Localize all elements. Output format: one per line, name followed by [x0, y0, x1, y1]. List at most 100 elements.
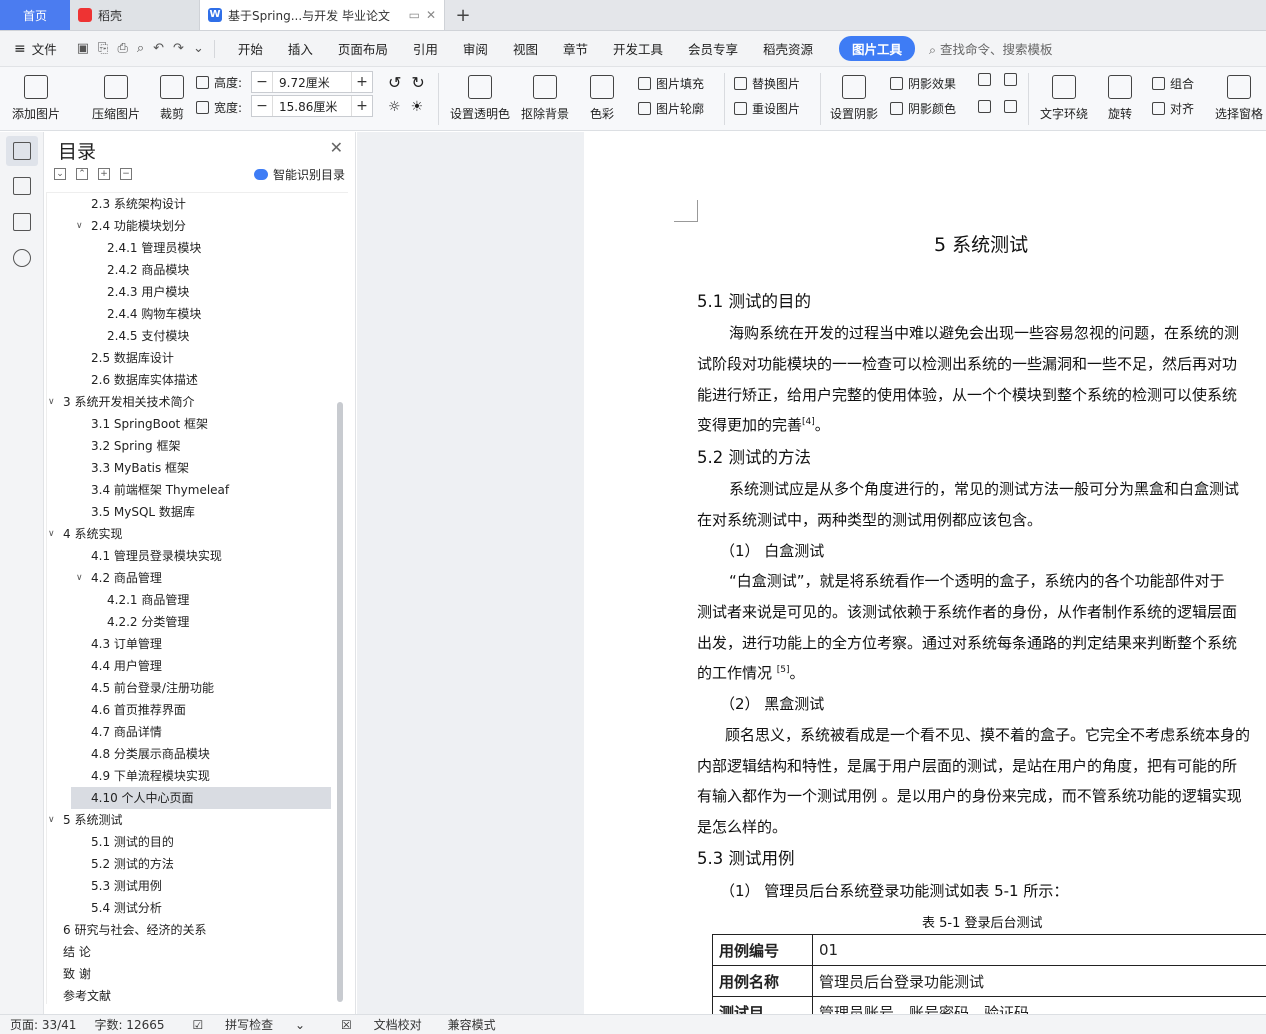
toc-item[interactable]: 致 谢	[47, 963, 348, 985]
toc-item[interactable]: 4.2.1 商品管理	[47, 589, 348, 611]
menu-chapter[interactable]: 章节	[550, 39, 600, 58]
toc-expand-chevron-icon[interactable]: ∨	[48, 809, 55, 831]
toc-item[interactable]: 2.5 数据库设计	[47, 347, 348, 369]
toc-expand-chevron-icon[interactable]: ∨	[76, 567, 83, 589]
text-wrap-button[interactable]: 文字环绕	[1040, 75, 1088, 122]
toc-close-icon[interactable]: ✕	[330, 138, 343, 157]
toc-expand-chevron-icon[interactable]: ∨	[48, 523, 55, 545]
toc-item[interactable]: 6 研究与社会、经济的关系	[47, 919, 348, 941]
save-icon[interactable]: ▣	[77, 41, 89, 56]
rotate-left-icon[interactable]: ↺	[388, 73, 401, 92]
picture-outline-button[interactable]: 图片轮廓	[638, 100, 704, 117]
toc-item[interactable]: 4.8 分类展示商品模块	[47, 743, 348, 765]
menu-member[interactable]: 会员专享	[675, 39, 750, 58]
word-count[interactable]: 字数: 12665	[94, 1016, 164, 1033]
toc-item[interactable]: 4.3 订单管理	[47, 633, 348, 655]
menu-insert[interactable]: 插入	[275, 39, 325, 58]
redo-icon[interactable]: ↷	[173, 41, 184, 56]
shadow-nudge-left-icon[interactable]	[978, 100, 991, 113]
align-button[interactable]: 对齐	[1152, 100, 1194, 117]
toc-item[interactable]: 4.7 商品详情	[47, 721, 348, 743]
reset-image-button[interactable]: 重设图片	[734, 100, 800, 117]
document-page[interactable]: 5 系统测试 5.1 测试的目的 海购系统在开发的过程当中难以避免会出现一些容易…	[584, 132, 1266, 1014]
toc-expand-all-icon[interactable]: ⌃	[76, 168, 88, 180]
toc-item[interactable]: 2.4.1 管理员模块	[47, 237, 348, 259]
toc-item[interactable]: 2.4.3 用户模块	[47, 281, 348, 303]
toc-item[interactable]: 4.6 首页推荐界面	[47, 699, 348, 721]
search-nav-icon[interactable]	[13, 249, 31, 267]
toc-item[interactable]: 4.10 个人中心页面	[71, 787, 331, 809]
picture-fill-button[interactable]: 图片填充	[638, 75, 704, 92]
group-button[interactable]: 组合	[1152, 75, 1194, 92]
toc-scrollbar[interactable]	[337, 402, 343, 1002]
print-icon[interactable]: ⎙	[117, 41, 127, 56]
toc-item[interactable]: 5.2 测试的方法	[47, 853, 348, 875]
toc-item[interactable]: 4.5 前台登录/注册功能	[47, 677, 348, 699]
toc-item[interactable]: 2.4.4 购物车模块	[47, 303, 348, 325]
rotate-right-icon[interactable]: ↻	[411, 73, 424, 92]
toc-item[interactable]: ∨ 5 系统测试	[47, 809, 348, 831]
toc-item[interactable]: 2.4.5 支付模块	[47, 325, 348, 347]
toc-item[interactable]: 3.3 MyBatis 框架	[47, 457, 348, 479]
replace-image-button[interactable]: 替换图片	[734, 75, 800, 92]
height-increase-button[interactable]: +	[352, 74, 372, 90]
toc-item[interactable]: 2.4.2 商品模块	[47, 259, 348, 281]
toc-remove-icon[interactable]: −	[120, 168, 132, 180]
smart-toc-button[interactable]: 智能识别目录	[253, 166, 345, 183]
brightness-up-icon[interactable]: ☼	[388, 99, 401, 115]
rotate-button[interactable]: 旋转	[1108, 75, 1132, 122]
brightness-down-icon[interactable]: ☀	[411, 99, 424, 115]
export-pdf-icon[interactable]: ⎘	[98, 41, 108, 56]
width-input[interactable]: 15.86厘米	[272, 96, 352, 116]
command-search[interactable]: ⌕ 查找命令、搜索模板	[929, 39, 1053, 58]
toc-item[interactable]: 参考文献	[47, 985, 348, 1004]
toc-item[interactable]: 5.3 测试用例	[47, 875, 348, 897]
color-button[interactable]: 色彩	[590, 75, 614, 122]
toc-item[interactable]: ∨ 3 系统开发相关技术简介	[47, 391, 348, 413]
file-menu[interactable]: ≡ 文件	[0, 39, 67, 58]
toc-item[interactable]: 2.6 数据库实体描述	[47, 369, 348, 391]
bookmark-icon[interactable]	[13, 213, 31, 231]
quick-access-more-icon[interactable]: ⌄	[193, 41, 204, 56]
shadow-color-button[interactable]: 阴影颜色	[890, 100, 956, 117]
toc-item[interactable]: 2.3 系统架构设计	[47, 193, 348, 215]
tab-home[interactable]: 首页	[0, 0, 70, 30]
undo-icon[interactable]: ↶	[153, 41, 164, 56]
menu-review[interactable]: 审阅	[450, 39, 500, 58]
menu-view[interactable]: 视图	[500, 39, 550, 58]
set-transparent-button[interactable]: 设置透明色	[450, 75, 510, 122]
toc-item[interactable]: 4.2.2 分类管理	[47, 611, 348, 633]
toc-item[interactable]: 3.5 MySQL 数据库	[47, 501, 348, 523]
height-input[interactable]: 9.72厘米	[272, 72, 352, 92]
selection-pane-button[interactable]: 选择窗格	[1215, 75, 1263, 122]
toc-item[interactable]: 5.4 测试分析	[47, 897, 348, 919]
menu-references[interactable]: 引用	[400, 39, 450, 58]
toc-item[interactable]: 3.4 前端框架 Thymeleaf	[47, 479, 348, 501]
height-decrease-button[interactable]: −	[252, 74, 272, 90]
tab-close-icon[interactable]: ✕	[426, 8, 436, 22]
add-image-button[interactable]: 添加图片	[12, 75, 60, 122]
proofread-button[interactable]: ☒ 文档校对	[331, 1016, 430, 1033]
toc-collapse-all-icon[interactable]: ⌄	[54, 168, 66, 180]
menu-picture-tools[interactable]: 图片工具	[839, 36, 916, 61]
toc-add-icon[interactable]: +	[98, 168, 110, 180]
shadow-nudge-right-icon[interactable]	[1004, 100, 1017, 113]
toc-expand-chevron-icon[interactable]: ∨	[76, 215, 83, 237]
chapter-nav-icon[interactable]	[13, 177, 31, 195]
toc-item[interactable]: 5.1 测试的目的	[47, 831, 348, 853]
width-decrease-button[interactable]: −	[252, 98, 272, 114]
crop-button[interactable]: 裁剪	[160, 75, 184, 122]
page-indicator[interactable]: 页面: 33/41	[10, 1016, 76, 1033]
toc-item[interactable]: 3.1 SpringBoot 框架	[47, 413, 348, 435]
toc-nav-icon[interactable]	[13, 142, 31, 160]
shadow-nudge-up-icon[interactable]	[978, 73, 991, 86]
print-preview-icon[interactable]: ⌕	[137, 41, 144, 56]
tab-docke[interactable]: 稻壳	[70, 0, 200, 30]
toc-expand-chevron-icon[interactable]: ∨	[48, 391, 55, 413]
shadow-effect-button[interactable]: 阴影效果	[890, 75, 956, 92]
toc-item[interactable]: 4.1 管理员登录模块实现	[47, 545, 348, 567]
toc-item[interactable]: 结 论	[47, 941, 348, 963]
new-tab-button[interactable]: +	[445, 0, 481, 30]
compress-image-button[interactable]: 压缩图片	[92, 75, 140, 122]
toc-item[interactable]: 4.9 下单流程模块实现	[47, 765, 348, 787]
